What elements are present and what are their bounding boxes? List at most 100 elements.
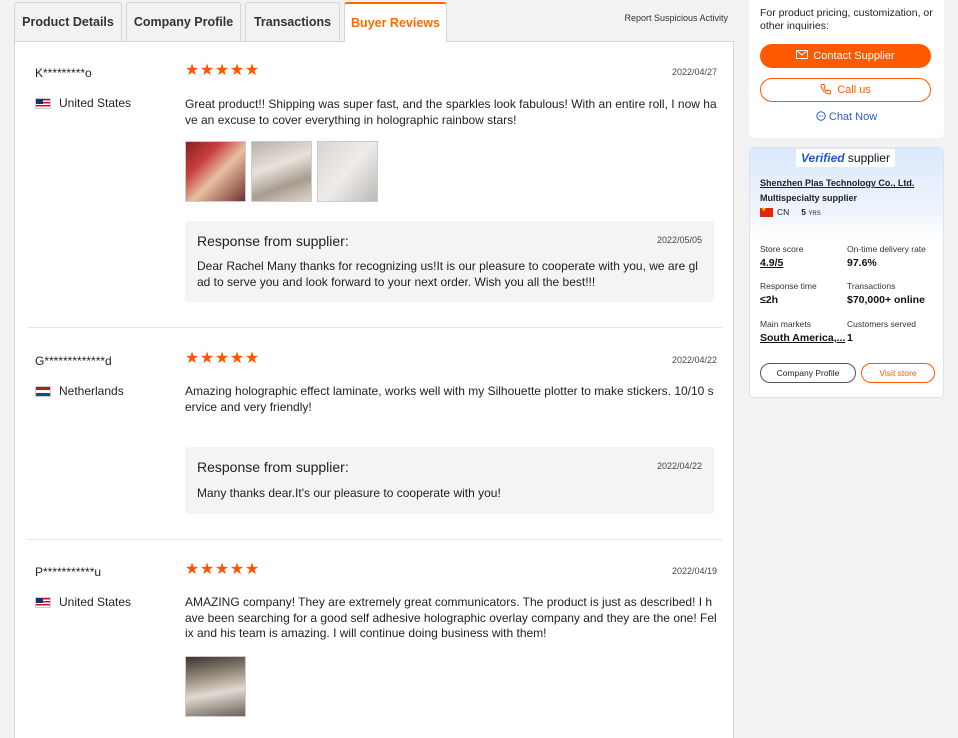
review-item: G*************d Netherlands ★ ★ ★ ★ ★ 20…	[27, 350, 723, 539]
call-us-button[interactable]: Call us	[760, 78, 931, 102]
reviewer-name: P***********u	[35, 565, 102, 579]
star-icon: ★	[229, 561, 245, 578]
years-unit: YRS	[808, 211, 821, 217]
review-date: 2022/04/19	[671, 566, 717, 576]
review-date: 2022/04/22	[671, 355, 717, 365]
visit-store-button[interactable]: Visit store	[861, 363, 935, 383]
store-score-stat: Store score 4.9/5	[760, 244, 848, 269]
response-text: Dear Rachel Many thanks for recognizing …	[197, 259, 698, 289]
tab-product-details[interactable]: Product Details	[14, 2, 122, 41]
company-profile-button[interactable]: Company Profile	[760, 363, 856, 383]
country-label: United States	[59, 96, 132, 110]
star-rating: ★ ★ ★ ★ ★	[184, 561, 260, 578]
company-name-link[interactable]: Shenzhen Plas Technology Co., Ltd.	[760, 178, 914, 188]
response-date: 2022/04/22	[656, 461, 702, 471]
contact-supplier-button[interactable]: Contact Supplier	[760, 44, 931, 68]
reviews-panel: K*********o United States ★ ★ ★ ★ ★ 2022…	[14, 41, 734, 738]
star-icon: ★	[214, 350, 230, 367]
response-date: 2022/05/05	[656, 235, 702, 245]
divider	[27, 327, 723, 328]
tab-transactions[interactable]: Transactions	[245, 2, 340, 41]
review-image-thumbnail[interactable]	[185, 656, 246, 717]
customers-served-stat: Customers served 1	[847, 319, 935, 344]
stat-label: Transactions	[847, 281, 896, 291]
divider	[27, 539, 723, 540]
supplier-label: supplier	[844, 151, 890, 165]
star-icon: ★	[184, 62, 200, 79]
response-title: Response from supplier:	[197, 459, 349, 475]
response-time-stat: Response time ≤2h	[760, 281, 848, 306]
star-rating: ★ ★ ★ ★ ★	[184, 350, 260, 367]
tab-buyer-reviews[interactable]: Buyer Reviews	[344, 2, 447, 42]
review-images	[185, 141, 378, 202]
star-icon: ★	[214, 62, 230, 79]
main-markets-value[interactable]: South America,...	[760, 332, 848, 344]
supplier-response: Response from supplier: 2022/04/22 Many …	[185, 447, 714, 514]
years-badge: 5 YRS	[801, 207, 820, 217]
review-image-thumbnail[interactable]	[251, 141, 312, 202]
star-icon: ★	[229, 350, 245, 367]
review-date: 2022/04/27	[671, 67, 717, 77]
china-flag-icon	[760, 206, 773, 217]
us-flag-icon	[35, 97, 51, 109]
response-text: Many thanks dear.It's our pleasure to co…	[197, 486, 501, 500]
phone-icon	[820, 83, 832, 98]
response-title: Response from supplier:	[197, 233, 349, 249]
reviewer-country: United States	[35, 96, 131, 110]
star-icon: ★	[199, 350, 215, 367]
review-text: Great product!! Shipping was super fast,…	[185, 97, 717, 127]
stat-label: Response time	[760, 281, 817, 291]
review-text: Amazing holographic effect laminate, wor…	[185, 384, 714, 414]
star-icon: ★	[214, 561, 230, 578]
star-icon: ★	[244, 350, 260, 367]
supplier-country-years: CN 5 YRS	[760, 206, 821, 217]
star-icon: ★	[184, 350, 200, 367]
call-us-label: Call us	[837, 84, 871, 96]
store-score-value[interactable]: 4.9/5	[760, 257, 848, 269]
supplier-card: Verified supplier Shenzhen Plas Technolo…	[749, 147, 944, 398]
chat-bubble-icon	[816, 111, 829, 123]
reviewer-name: G*************d	[35, 354, 112, 368]
star-rating: ★ ★ ★ ★ ★	[184, 62, 260, 79]
inquiry-text: For product pricing, customization, or o…	[760, 7, 933, 32]
response-time-value: ≤2h	[760, 294, 779, 306]
verified-label: Verified	[801, 151, 845, 165]
country-label: Netherlands	[59, 384, 124, 398]
stat-label: Main markets	[760, 319, 812, 329]
verified-supplier-badge: Verified supplier	[796, 149, 895, 167]
star-icon: ★	[184, 561, 200, 578]
stat-label: Customers served	[847, 319, 916, 329]
country-label: United States	[59, 595, 132, 609]
chat-now-label: Chat Now	[828, 111, 878, 123]
tab-company-profile[interactable]: Company Profile	[126, 2, 241, 41]
contact-card: For product pricing, customization, or o…	[749, 0, 944, 138]
report-suspicious-activity-link[interactable]: Report Suspicious Activity	[624, 13, 728, 23]
star-icon: ★	[244, 62, 260, 79]
years-value: 5	[801, 207, 807, 217]
customers-served-value: 1	[847, 332, 853, 344]
stat-label: On-time delivery rate	[847, 244, 926, 254]
review-item: K*********o United States ★ ★ ★ ★ ★ 2022…	[27, 62, 723, 328]
review-images	[185, 656, 246, 717]
star-icon: ★	[229, 62, 245, 79]
star-icon: ★	[199, 62, 215, 79]
stat-label: Store score	[760, 244, 804, 254]
transactions-stat: Transactions $70,000+ online	[847, 281, 935, 306]
netherlands-flag-icon	[35, 385, 51, 397]
reviewer-name: K*********o	[35, 66, 92, 80]
contact-supplier-label: Contact Supplier	[813, 50, 895, 62]
chat-now-link[interactable]: Chat Now	[749, 111, 944, 123]
review-image-thumbnail[interactable]	[317, 141, 378, 202]
review-image-thumbnail[interactable]	[185, 141, 246, 202]
us-flag-icon	[35, 596, 51, 608]
on-time-delivery-value: 97.6%	[847, 257, 877, 269]
on-time-delivery-stat: On-time delivery rate 97.6%	[847, 244, 935, 269]
reviewer-country: United States	[35, 595, 131, 609]
star-icon: ★	[244, 561, 260, 578]
transactions-value: $70,000+ online	[847, 294, 925, 306]
review-text: AMAZING company! They are extremely grea…	[185, 595, 717, 640]
country-code: CN	[777, 207, 790, 217]
supplier-type: Multispecialty supplier	[760, 193, 858, 203]
reviewer-country: Netherlands	[35, 384, 124, 398]
supplier-response: Response from supplier: 2022/05/05 Dear …	[185, 221, 714, 302]
